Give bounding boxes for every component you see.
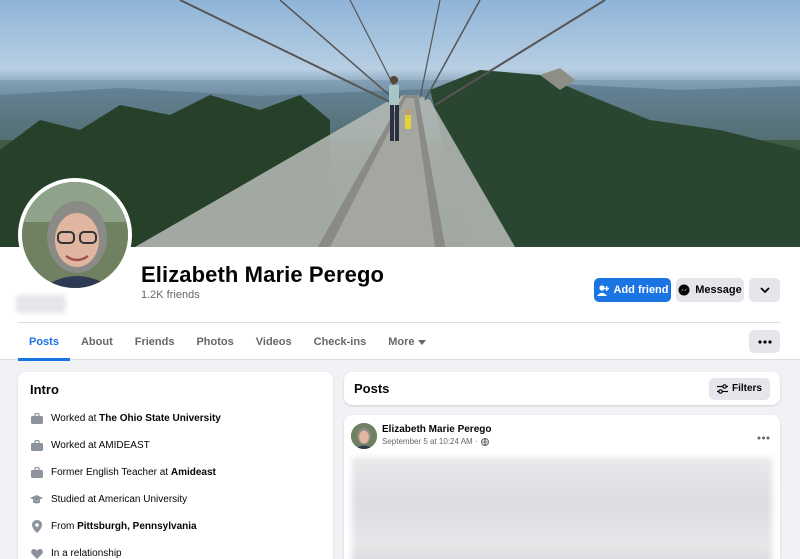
chevron-down-icon xyxy=(759,287,770,293)
intro-item: Former English Teacher at Amideast xyxy=(30,459,321,486)
briefcase-icon xyxy=(30,466,43,479)
posts-title: Posts xyxy=(354,381,390,396)
intro-item: Worked at AMIDEAST xyxy=(30,432,321,459)
intro-card: Intro Worked at The Ohio State Universit… xyxy=(18,372,333,559)
intro-item-text: Former English Teacher at xyxy=(51,467,171,478)
tab-about[interactable]: About xyxy=(70,323,124,361)
intro-item: Studied at American University xyxy=(30,486,321,513)
post-content-blurred xyxy=(352,457,772,559)
post-options-button[interactable] xyxy=(757,427,770,445)
intro-item-link[interactable]: Amideast xyxy=(171,467,216,478)
post-meta: September 5 at 10:24 AM · xyxy=(382,437,489,446)
caret-down-icon xyxy=(418,339,427,345)
briefcase-icon xyxy=(30,439,43,452)
intro-item-text: Worked at xyxy=(51,413,100,424)
intro-item: In a relationship xyxy=(30,540,321,559)
intro-item-link[interactable]: Pittsburgh, Pennsylvania xyxy=(77,521,196,532)
add-person-icon xyxy=(596,284,609,296)
intro-item-text: Studied at American University xyxy=(51,494,188,505)
more-actions-button[interactable] xyxy=(749,278,780,302)
tab-friends[interactable]: Friends xyxy=(124,323,186,361)
intro-item-link[interactable]: The Ohio State University xyxy=(99,413,221,424)
globe-icon xyxy=(480,437,489,446)
messenger-icon xyxy=(678,284,690,296)
ellipsis-icon xyxy=(757,339,772,344)
blurred-badge xyxy=(16,295,66,313)
intro-item-text: Worked at AMIDEAST xyxy=(51,440,150,451)
friends-count[interactable]: 1.2K friends xyxy=(141,289,200,301)
heart-icon xyxy=(30,547,43,559)
tab-videos[interactable]: Videos xyxy=(245,323,303,361)
add-friend-button[interactable]: Add friend xyxy=(594,278,671,302)
sliders-icon xyxy=(716,383,728,394)
tab-posts[interactable]: Posts xyxy=(18,323,70,361)
post-timestamp[interactable]: September 5 at 10:24 AM · xyxy=(382,437,478,446)
posts-header-card: Posts Filters xyxy=(344,372,780,405)
ellipsis-icon xyxy=(757,436,770,440)
post-card: Elizabeth Marie Perego September 5 at 10… xyxy=(344,415,780,559)
filters-button[interactable]: Filters xyxy=(708,377,770,400)
message-button[interactable]: Message xyxy=(676,278,744,302)
avatar-image xyxy=(22,182,128,288)
tab-more[interactable]: More xyxy=(377,323,437,361)
tab-photos[interactable]: Photos xyxy=(185,323,244,361)
graduation-cap-icon xyxy=(30,493,43,506)
tab-more-label: More xyxy=(388,336,415,348)
profile-name: Elizabeth Marie Perego xyxy=(141,262,385,287)
avatar-image xyxy=(351,423,377,449)
message-label: Message xyxy=(695,284,742,296)
intro-item: Worked at The Ohio State University xyxy=(30,405,321,432)
tabs-more-options-button[interactable] xyxy=(749,330,780,353)
location-pin-icon xyxy=(30,520,43,533)
post-author-name[interactable]: Elizabeth Marie Perego xyxy=(382,424,491,435)
profile-tabs: Posts About Friends Photos Videos Check-… xyxy=(18,323,437,361)
profile-avatar[interactable] xyxy=(18,178,132,292)
filters-label: Filters xyxy=(731,383,762,394)
tab-check-ins[interactable]: Check-ins xyxy=(303,323,378,361)
post-author-avatar[interactable] xyxy=(351,423,377,449)
add-friend-label: Add friend xyxy=(613,284,669,296)
intro-item: From Pittsburgh, Pennsylvania xyxy=(30,513,321,540)
intro-item-text: In a relationship xyxy=(51,548,122,559)
briefcase-icon xyxy=(30,412,43,425)
intro-item-text: From xyxy=(51,521,78,532)
intro-title: Intro xyxy=(30,382,59,397)
